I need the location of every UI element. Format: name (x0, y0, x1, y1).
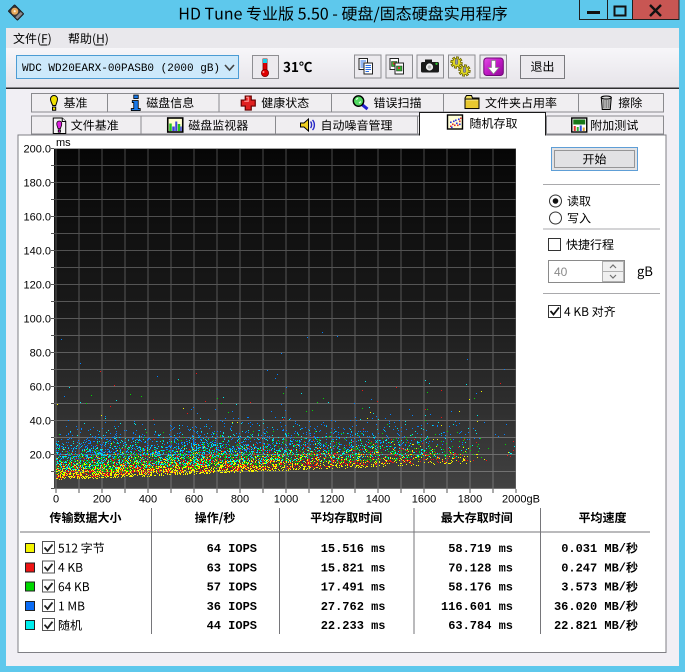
svg-text:160.0: 160.0 (23, 212, 51, 224)
svg-text:17.491 ms: 17.491 ms (321, 581, 386, 595)
svg-text:58.176 ms: 58.176 ms (448, 581, 513, 595)
svg-text:1400: 1400 (366, 494, 390, 506)
svg-text:70.128 ms: 70.128 ms (448, 561, 513, 575)
svg-text:0.031 MB/: 0.031 MB/ (561, 542, 626, 556)
svg-text:36.020 MB/: 36.020 MB/ (554, 600, 626, 614)
svg-text:22.233 ms: 22.233 ms (321, 619, 386, 633)
svg-text:WDC WD20EARX-00PASB0 (2000 gB): WDC WD20EARX-00PASB0 (2000 gB) (22, 63, 220, 75)
svg-text:116.601 ms: 116.601 ms (441, 600, 513, 614)
svg-text:1800: 1800 (458, 494, 482, 506)
svg-text:200: 200 (93, 494, 111, 506)
svg-text:1000: 1000 (274, 494, 298, 506)
svg-text:22.821 MB/: 22.821 MB/ (554, 619, 626, 633)
svg-text:ms: ms (56, 137, 71, 149)
svg-text:60.0: 60.0 (30, 382, 51, 394)
svg-text:27.762 ms: 27.762 ms (321, 600, 386, 614)
svg-text:2000gB: 2000gB (502, 494, 540, 506)
svg-text:36 IOPS: 36 IOPS (207, 600, 257, 614)
svg-text:58.719 ms: 58.719 ms (448, 542, 513, 556)
svg-text:63.784 ms: 63.784 ms (448, 619, 513, 633)
svg-text:15.516 ms: 15.516 ms (321, 542, 386, 556)
svg-text:400: 400 (139, 494, 157, 506)
svg-text:0: 0 (53, 494, 59, 506)
svg-text:800: 800 (231, 494, 249, 506)
svg-text:1600: 1600 (412, 494, 436, 506)
svg-text:0.247 MB/: 0.247 MB/ (561, 561, 626, 575)
svg-text:140.0: 140.0 (23, 246, 51, 258)
svg-text:600: 600 (185, 494, 203, 506)
svg-text:63 IOPS: 63 IOPS (207, 561, 257, 575)
svg-text:120.0: 120.0 (23, 280, 51, 292)
svg-text:200.0: 200.0 (23, 144, 51, 156)
svg-text:3.573 MB/: 3.573 MB/ (561, 581, 626, 595)
svg-text:40.0: 40.0 (30, 416, 51, 428)
svg-text:40: 40 (554, 265, 568, 279)
svg-text:64 IOPS: 64 IOPS (207, 542, 257, 556)
svg-text:1200: 1200 (320, 494, 344, 506)
svg-text:80.0: 80.0 (30, 348, 51, 360)
svg-text:15.821 ms: 15.821 ms (321, 561, 386, 575)
svg-text:44 IOPS: 44 IOPS (207, 619, 257, 633)
svg-text:57 IOPS: 57 IOPS (207, 581, 257, 595)
svg-text:100.0: 100.0 (23, 314, 51, 326)
svg-text:180.0: 180.0 (23, 178, 51, 190)
svg-text:20.0: 20.0 (30, 450, 51, 462)
